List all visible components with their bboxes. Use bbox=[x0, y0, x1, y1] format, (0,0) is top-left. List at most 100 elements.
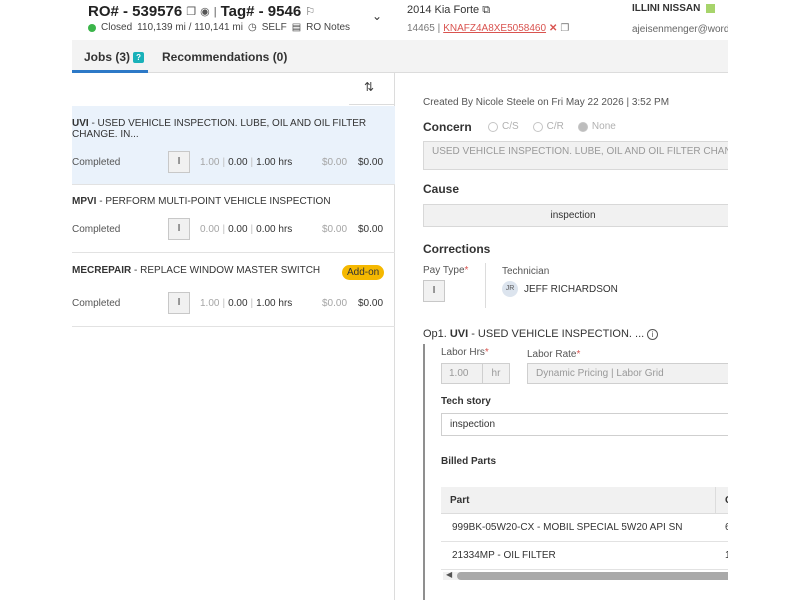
labor-rate-select[interactable]: Dynamic Pricing | Labor Grid bbox=[527, 363, 728, 384]
sold-hours: 1.00 bbox=[200, 298, 220, 309]
required-marker: * bbox=[484, 347, 489, 358]
flag-icon[interactable]: ⚐ bbox=[305, 5, 315, 18]
sold-hours: 0.00 bbox=[200, 224, 220, 235]
pay-type-box[interactable]: I bbox=[168, 292, 190, 314]
job-desc: - REPLACE WINDOW MASTER SWITCH bbox=[131, 265, 321, 276]
scroll-left-icon[interactable]: ◀ bbox=[446, 570, 452, 579]
job-status: Completed bbox=[72, 298, 121, 309]
job-desc: - PERFORM MULTI-POINT VEHICLE INSPECTION bbox=[96, 196, 331, 207]
job-row[interactable]: UVI - USED VEHICLE INSPECTION. LUBE, OIL… bbox=[72, 106, 395, 185]
job-price: $0.00 bbox=[358, 157, 384, 168]
status-dot-icon bbox=[88, 23, 96, 32]
tab-jobs-label: Jobs (3) bbox=[84, 50, 131, 64]
table-row[interactable]: 999BK-05W20-CX - MOBIL SPECIAL 5W20 API … bbox=[441, 514, 728, 542]
technician[interactable]: JR JEFF RICHARDSON bbox=[502, 281, 618, 297]
dealer-name: ILLINI NISSAN bbox=[632, 3, 716, 14]
help-badge-icon[interactable]: ? bbox=[133, 51, 145, 63]
tab-jobs[interactable]: Jobs (3) ? bbox=[84, 50, 145, 64]
tabs-bar: Jobs (3) ? Recommendations (0) bbox=[72, 40, 728, 73]
required-marker: * bbox=[576, 349, 581, 360]
job-code: MECREPAIR bbox=[72, 265, 132, 276]
radio-label: None bbox=[591, 121, 616, 132]
job-title: UVI - USED VEHICLE INSPECTION. LUBE, OIL… bbox=[72, 118, 390, 140]
sold-hours: 1.00 bbox=[200, 157, 220, 168]
part-qty: 1 bbox=[725, 550, 728, 561]
actual-hours: 0.00 bbox=[228, 298, 248, 309]
sort-icon[interactable]: ⇅ bbox=[364, 80, 374, 94]
dealer-badge-icon bbox=[706, 4, 716, 13]
cause-field[interactable]: inspection bbox=[423, 204, 728, 227]
actual-hours: 0.00 bbox=[228, 224, 248, 235]
divider bbox=[349, 104, 395, 105]
ro-title-line: RO# - 539576 ❐ ◉ | Tag# - 9546 ⚐ bbox=[88, 3, 315, 20]
technician-name: JEFF RICHARDSON bbox=[524, 283, 618, 295]
vehicle-title: 2014 Kia Forte ⧉ bbox=[407, 4, 490, 17]
job-status: Completed bbox=[72, 157, 121, 168]
scrollbar-thumb[interactable] bbox=[457, 572, 728, 580]
job-desc: - USED VEHICLE INSPECTION. LUBE, OIL AND… bbox=[72, 118, 367, 140]
tag-number: Tag# - 9546 bbox=[220, 3, 302, 20]
app-frame: RO# - 539576 ❐ ◉ | Tag# - 9546 ⚐ Closed … bbox=[72, 0, 728, 600]
separator: | bbox=[250, 224, 254, 235]
job-code: MPVI bbox=[72, 196, 97, 207]
info-icon[interactable]: i bbox=[647, 328, 659, 340]
labor-rate-label-text: Labor Rate bbox=[527, 349, 577, 360]
tech-story-input[interactable]: inspection bbox=[441, 413, 728, 436]
job-hours: 1.00 | 0.00 | 1.00 hrs bbox=[200, 157, 292, 168]
copy-icon[interactable]: ❐ bbox=[186, 5, 196, 18]
radio-none[interactable]: None bbox=[577, 121, 616, 132]
vin-link[interactable]: KNAFZ4A8XE5058460 bbox=[443, 23, 546, 34]
radio-cr[interactable]: C/R bbox=[532, 121, 564, 132]
ro-notes-link[interactable]: RO Notes bbox=[306, 22, 350, 33]
separator: | bbox=[222, 298, 226, 309]
radio-cs[interactable]: C/S bbox=[488, 121, 519, 132]
separator: | bbox=[250, 157, 254, 168]
separator: | bbox=[250, 298, 254, 309]
vehicle-code: 14465 | bbox=[407, 23, 441, 34]
job-list-panel: ⇅ UVI - USED VEHICLE INSPECTION. LUBE, O… bbox=[72, 73, 395, 600]
table-row[interactable]: 21334MP - OIL FILTER 1 bbox=[441, 542, 728, 570]
tab-recommendations[interactable]: Recommendations (0) bbox=[162, 50, 287, 64]
copy-vin-icon[interactable]: ❐ bbox=[560, 23, 569, 34]
concern-options: C/S C/R None bbox=[488, 121, 616, 132]
created-by: Created By Nicole Steele on Fri May 22 2… bbox=[423, 97, 670, 108]
job-row[interactable]: MPVI - PERFORM MULTI-POINT VEHICLE INSPE… bbox=[72, 185, 395, 253]
flag-hours: 1.00 hrs bbox=[256, 298, 293, 309]
ro-number: RO# - 539576 bbox=[88, 3, 183, 20]
cause-heading: Cause bbox=[423, 182, 460, 196]
job-row[interactable]: MECREPAIR - REPLACE WINDOW MASTER SWITCH… bbox=[72, 253, 395, 327]
vin-invalid-icon: ✕ bbox=[549, 23, 558, 34]
radio-circle-icon bbox=[532, 121, 543, 132]
notes-icon[interactable]: ▤ bbox=[292, 22, 301, 33]
pay-type-box[interactable]: I bbox=[168, 151, 190, 173]
pay-type-box[interactable]: I bbox=[168, 218, 190, 240]
flag-hours: 1.00 hrs bbox=[256, 157, 293, 168]
flag-hours: 0.00 hrs bbox=[256, 224, 293, 235]
job-code: UVI bbox=[72, 118, 89, 129]
part-name: 999BK-05W20-CX - MOBIL SPECIAL 5W20 API … bbox=[452, 522, 683, 533]
chevron-down-icon[interactable]: ⌄ bbox=[372, 9, 382, 23]
radio-label: C/S bbox=[502, 121, 519, 132]
vehicle-edit-icon[interactable]: ⧉ bbox=[482, 4, 490, 16]
job-hours: 0.00 | 0.00 | 0.00 hrs bbox=[200, 224, 292, 235]
operation-bar bbox=[423, 344, 425, 600]
job-hours: 1.00 | 0.00 | 1.00 hrs bbox=[200, 298, 292, 309]
col-part: Part bbox=[450, 495, 470, 506]
radio-label: C/R bbox=[546, 121, 564, 132]
corrections-heading: Corrections bbox=[423, 242, 491, 256]
dealer-label: ILLINI NISSAN bbox=[632, 3, 701, 14]
pay-type-field[interactable]: I bbox=[423, 280, 445, 302]
job-title: MECREPAIR - REPLACE WINDOW MASTER SWITCH bbox=[72, 265, 337, 276]
vehicle-sub: 14465 | KNAFZ4A8XE5058460 ✕ ❐ bbox=[407, 23, 569, 34]
col-qty: Q bbox=[725, 495, 728, 506]
avatar: JR bbox=[502, 281, 518, 297]
chat-icon[interactable]: ◉ bbox=[200, 5, 210, 18]
horizontal-scrollbar[interactable]: ◀ bbox=[443, 570, 728, 580]
clock-icon: ◷ bbox=[247, 22, 257, 33]
concern-field[interactable]: USED VEHICLE INSPECTION. LUBE, OIL AND O… bbox=[423, 141, 728, 170]
job-cost: $0.00 bbox=[322, 157, 348, 168]
ro-header: RO# - 539576 ❐ ◉ | Tag# - 9546 ⚐ Closed … bbox=[72, 0, 728, 40]
labor-hrs-input[interactable]: 1.00 bbox=[441, 363, 483, 384]
operation-title: Op1. UVI - USED VEHICLE INSPECTION. ... … bbox=[423, 328, 659, 340]
labor-hrs-label: Labor Hrs* bbox=[441, 347, 489, 358]
